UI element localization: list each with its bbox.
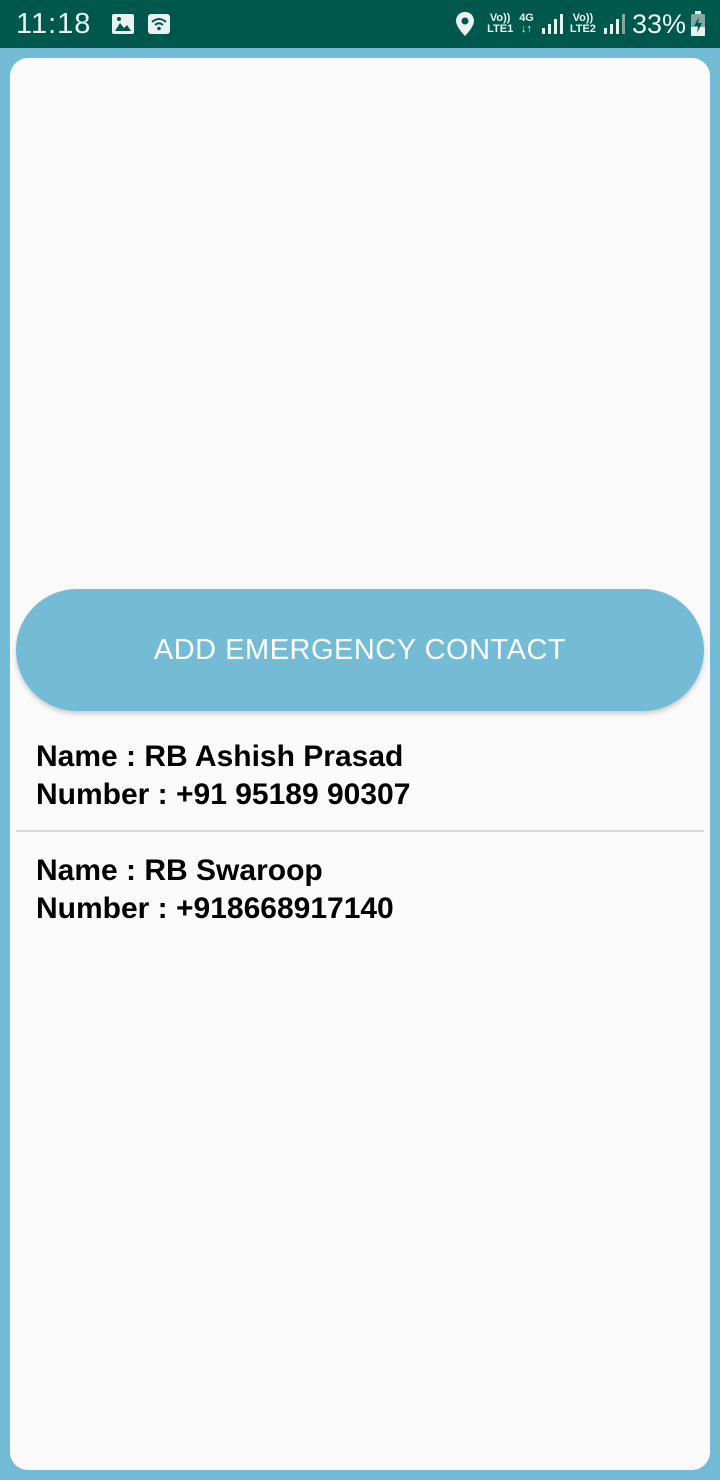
app-frame: ADD EMERGENCY CONTACT Name : RB Ashish P… — [0, 48, 720, 1480]
sim1-volte-indicator: Vo)) LTE1 — [487, 13, 513, 35]
signal-icon — [602, 12, 626, 36]
contact-list: Name : RB Ashish Prasad Number : +91 951… — [16, 728, 704, 944]
sim2-volte-indicator: Vo)) LTE2 — [570, 13, 596, 35]
status-time: 11:18 — [16, 7, 92, 40]
content-card: ADD EMERGENCY CONTACT Name : RB Ashish P… — [10, 58, 710, 1470]
contact-number: Number : +918668917140 — [36, 892, 394, 925]
battery-charging-icon — [690, 11, 706, 37]
sim2-bottom-label: LTE2 — [569, 23, 596, 35]
network-arrows-label: ↓↑ — [521, 23, 533, 35]
contact-list-item[interactable]: Name : RB Ashish Prasad Number : +91 951… — [16, 728, 704, 830]
network-type-indicator: 4G ↓↑ — [519, 13, 534, 35]
image-icon — [111, 13, 135, 35]
status-bar: 11:18 Vo)) LTE1 4G ↓↑ Vo)) LTE2 33% — [0, 0, 720, 48]
contact-name: Name : RB Ashish Prasad — [36, 740, 404, 773]
location-icon — [455, 11, 475, 37]
contact-name: Name : RB Swaroop — [36, 854, 323, 887]
contact-list-item[interactable]: Name : RB Swaroop Number : +918668917140 — [16, 830, 704, 944]
contact-number: Number : +91 95189 90307 — [36, 778, 411, 811]
signal-icon — [540, 12, 564, 36]
sim1-bottom-label: LTE1 — [487, 23, 514, 35]
add-emergency-contact-button[interactable]: ADD EMERGENCY CONTACT — [16, 589, 704, 711]
battery-percent: 33% — [631, 8, 686, 39]
wifi-icon — [147, 13, 171, 35]
